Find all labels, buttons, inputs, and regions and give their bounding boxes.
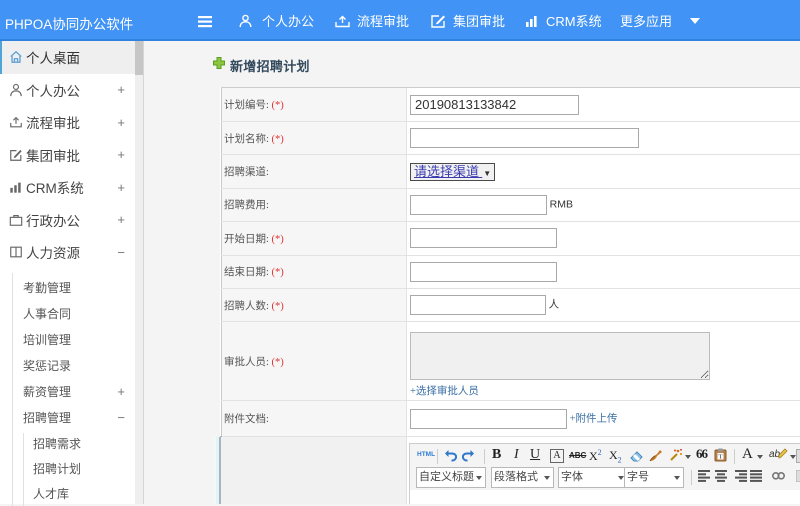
svg-text:T: T (719, 454, 723, 461)
